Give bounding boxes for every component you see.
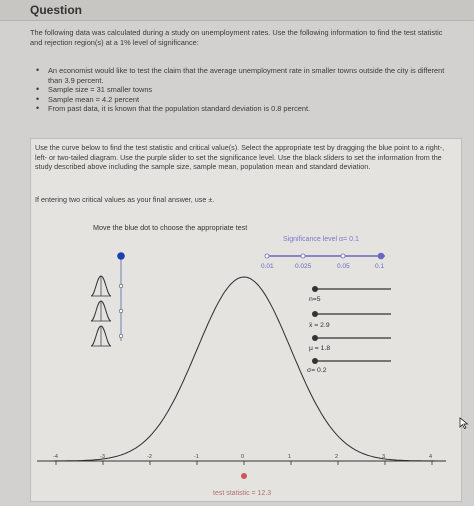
significance-stop-0.025[interactable] [300,253,306,259]
study-bullet-list: An economist would like to test the clai… [34,66,454,114]
two-tail-diagram-icon [90,325,112,347]
blue-test-dot[interactable] [117,252,125,260]
bullet-population-sd: From past data, it is known that the pop… [34,104,454,114]
left-tail-stop[interactable] [118,308,124,314]
two-tail-stop[interactable] [118,333,124,339]
significance-stop-0.01[interactable] [264,253,270,259]
sample-size-slider-handle[interactable] [312,286,318,292]
x-tick-label: -1 [194,454,199,460]
question-title: Question [30,3,83,17]
sig-option-0.1: 0.1 [375,263,384,270]
sig-option-0.025: 0.025 [295,263,312,270]
std-dev-slider-handle[interactable] [312,358,318,364]
sig-option-0.01: 0.01 [261,263,274,270]
x-tick-label: -4 [53,454,58,460]
significance-handle[interactable] [377,252,385,260]
bullet-sample-size: Sample size = 31 smaller towns [34,85,454,95]
question-header: Question [0,0,474,21]
bullet-claim: An economist would like to test the clai… [34,66,454,85]
left-tail-diagram-icon [90,300,112,322]
right-tail-stop[interactable] [118,283,124,289]
sig-option-0.05: 0.05 [337,263,350,270]
significance-stop-0.05[interactable] [340,253,346,259]
graph-panel: Use the curve below to find the test sta… [30,138,469,502]
x-tick-label: 0 [241,454,244,460]
x-tick-label: 4 [429,454,432,460]
normal-curve-plot: -4 -3 -2 -1 0 1 2 3 4 0.01 0.025 0.05 0.… [37,252,447,497]
sample-mean-value: x̄ = 2.9 [309,322,330,329]
test-statistic-point [241,473,247,479]
right-tail-diagram-icon [90,275,112,297]
x-tick-label: 2 [335,454,338,460]
population-mean-value: μ = 1.8 [309,345,330,352]
x-tick-label: -2 [147,454,152,460]
normal-curve [51,276,447,462]
sample-mean-slider-handle[interactable] [312,311,318,317]
mouse-pointer-icon [459,417,469,429]
std-dev-value: σ= 0.2 [307,367,327,374]
x-axis-ticks: -4 -3 -2 -1 0 1 2 3 4 [53,454,433,465]
x-tick-label: 1 [288,454,291,460]
test-statistic-label: test statistic = 12.3 [213,490,271,497]
intro-text: The following data was calculated during… [30,28,443,47]
sample-size-value: n=5 [309,296,321,303]
bullet-sample-mean: Sample mean = 4.2 percent [34,95,454,105]
population-mean-slider-handle[interactable] [312,335,318,341]
